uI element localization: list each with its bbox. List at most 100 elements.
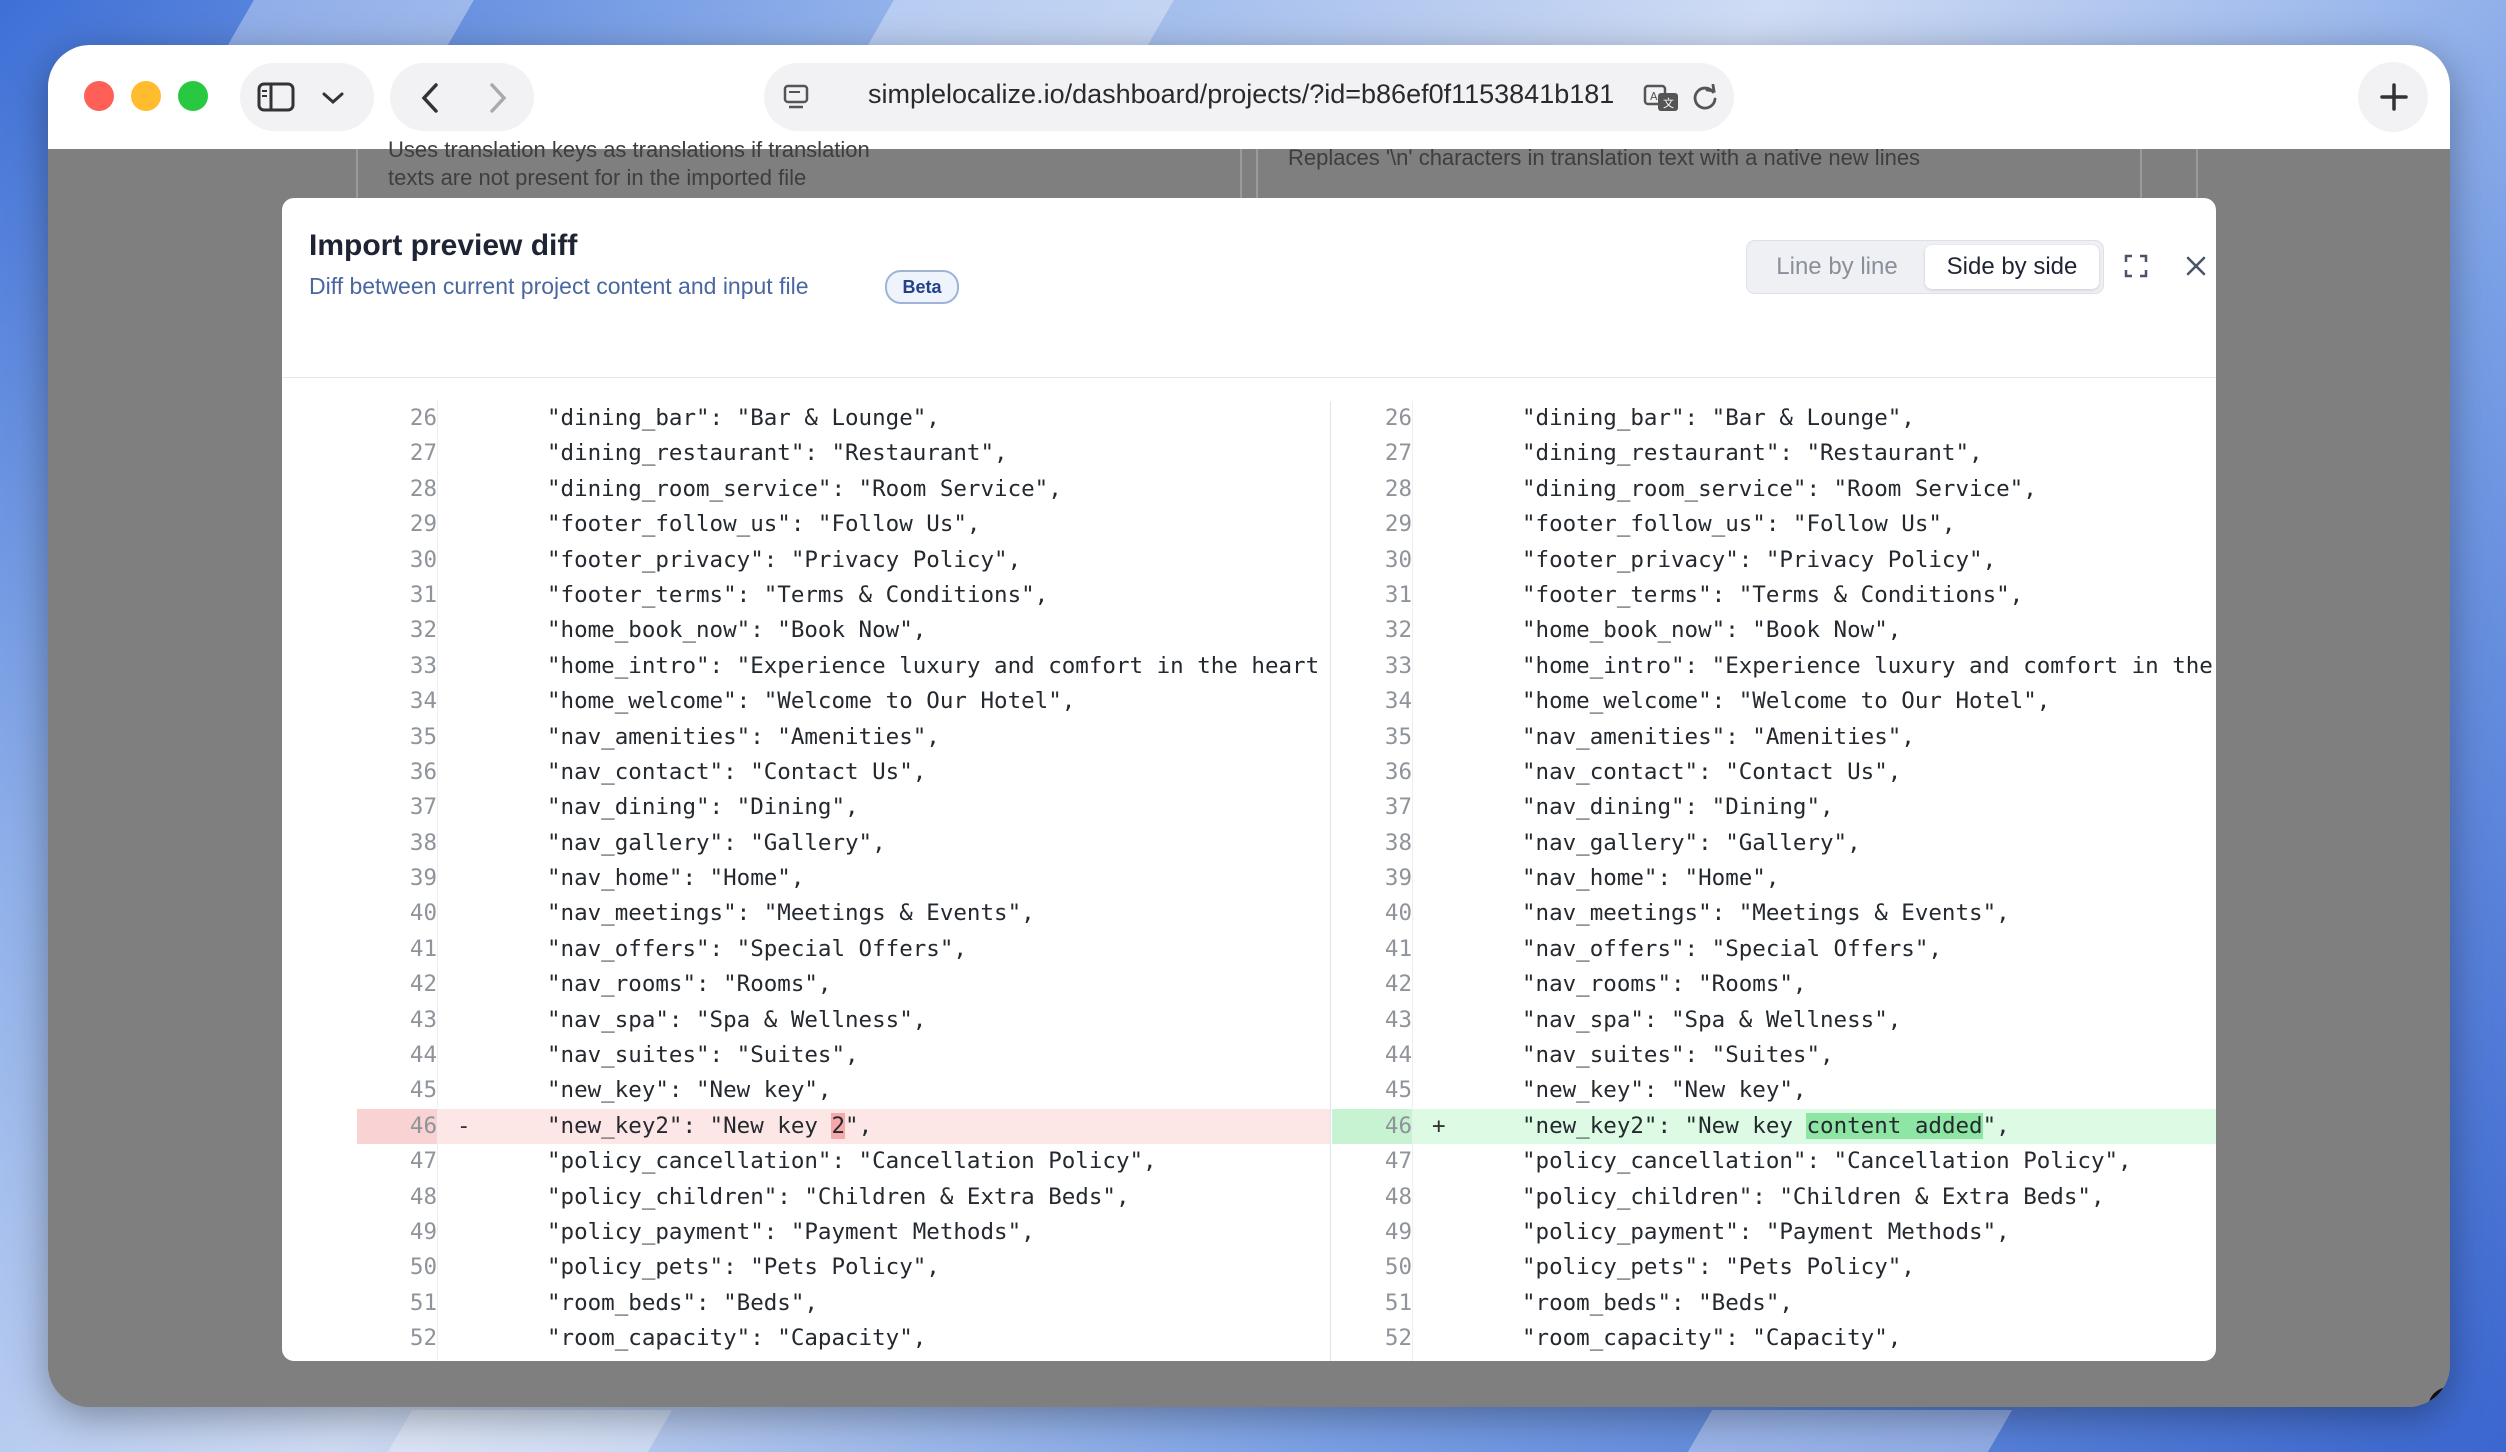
import-preview-modal: Import preview diff Diff between current…	[282, 198, 2216, 1361]
code-text: "room_capacity": "Capacity",	[547, 1325, 927, 1352]
code-text: "nav_rooms": "Rooms",	[547, 971, 832, 998]
forward-icon[interactable]	[478, 79, 518, 117]
line-number: 42	[1332, 967, 1413, 1003]
code-text: "home_intro": "Experience luxury and com…	[547, 652, 1320, 679]
diff-row: 35 "nav_amenities": "Amenities",	[1332, 719, 2216, 755]
diff-row: 49 "policy_payment": "Payment Methods",	[1332, 1214, 2216, 1251]
reload-icon[interactable]	[1688, 81, 1722, 115]
code-text: "home_welcome": "Welcome to Our Hotel",	[1522, 688, 2051, 715]
code-line: "policy_payment": "Payment Methods",	[547, 1215, 1035, 1250]
code-line: "nav_offers": "Special Offers",	[1522, 932, 1942, 967]
fullscreen-icon[interactable]	[2118, 248, 2154, 284]
changed-text: content added	[1806, 1112, 1983, 1139]
code-text: "nav_dining": "Dining",	[547, 794, 859, 821]
code-line: "footer_terms": "Terms & Conditions",	[1522, 578, 2023, 613]
code-line: "nav_amenities": "Amenities",	[547, 720, 940, 755]
line-number: 49	[357, 1214, 438, 1251]
diff-row: 51 "room_beds": "Beds",	[357, 1285, 1330, 1322]
chevron-down-icon[interactable]	[318, 83, 348, 113]
code-text: "nav_meetings": "Meetings & Events",	[547, 900, 1035, 927]
code-line: "footer_privacy": "Privacy Policy",	[547, 543, 1021, 578]
code-line: "new_key": "New key",	[547, 1073, 831, 1108]
line-number: 34	[1332, 684, 1413, 720]
diff-row: 49 "policy_payment": "Payment Methods",	[357, 1214, 1330, 1251]
address-bar-url[interactable]: simplelocalize.io/dashboard/projects/?id…	[868, 79, 1628, 110]
diff-row: 26 "dining_bar": "Bar & Lounge",	[357, 401, 1330, 437]
divider	[356, 149, 358, 199]
code-text: "nav_amenities": "Amenities",	[1522, 723, 1915, 750]
back-icon[interactable]	[410, 79, 450, 117]
code-line: "room_deluxe": "Deluxe Room",	[547, 1357, 940, 1362]
code-text: "dining_bar": "Bar & Lounge",	[1522, 405, 1915, 431]
line-number: 52	[1332, 1321, 1413, 1357]
line-number: 32	[357, 613, 438, 649]
diff-row: 40 "nav_meetings": "Meetings & Events",	[1332, 896, 2216, 932]
line-number: 37	[1332, 790, 1413, 826]
code-text: "nav_home": "Home",	[547, 865, 805, 892]
diff-row: 48 "policy_children": "Children & Extra B…	[357, 1179, 1330, 1215]
line-number: 48	[1332, 1179, 1413, 1215]
line-number: 39	[357, 861, 438, 897]
wallpaper-shard	[866, 0, 1174, 48]
close-icon[interactable]	[2178, 248, 2214, 284]
diff-row: 42 "nav_rooms": "Rooms",	[1332, 967, 2216, 1003]
zoom-window-button[interactable]	[178, 81, 208, 111]
diff-row: 48 "policy_children": "Children & Extra B…	[1332, 1179, 2216, 1215]
code-line: "home_book_now": "Book Now",	[547, 613, 926, 648]
code-text: "home_intro": "Experience luxury and com…	[1522, 652, 2213, 679]
line-number: 26	[1332, 401, 1413, 437]
sidebar-toggle-icon[interactable]	[256, 79, 296, 115]
diff-row: 30 "footer_privacy": "Privacy Policy",	[357, 542, 1330, 578]
code-line: "nav_spa": "Spa & Wellness",	[547, 1003, 926, 1038]
line-number: 48	[357, 1179, 438, 1215]
code-text: "nav_spa": "Spa & Wellness",	[547, 1006, 927, 1033]
code-line: "nav_gallery": "Gallery",	[1522, 826, 1861, 861]
beta-badge: Beta	[885, 270, 959, 304]
code-text: "footer_follow_us": "Follow Us",	[547, 511, 981, 538]
diff-row: 52 "room_capacity": "Capacity",	[1332, 1321, 2216, 1357]
code-text: "nav_dining": "Dining",	[1522, 794, 1834, 821]
background-option-text: Replaces '\n' characters in translation …	[1288, 145, 1921, 170]
code-line: "new_key2": "New key content added",	[1522, 1109, 2010, 1144]
code-line: "footer_terms": "Terms & Conditions",	[547, 578, 1048, 613]
code-line: "room_capacity": "Capacity",	[1522, 1321, 1901, 1356]
code-text: "nav_contact": "Contact Us",	[1522, 758, 1902, 785]
line-number: 29	[357, 507, 438, 543]
diff-row: 34 "home_welcome": "Welcome to Our Hotel"…	[357, 684, 1330, 720]
line-number: 40	[357, 896, 438, 932]
svg-text:文: 文	[1663, 96, 1674, 110]
line-number: 36	[1332, 754, 1413, 791]
code-text: "nav_home": "Home",	[1522, 865, 1780, 892]
diff-row: 38 "nav_gallery": "Gallery",	[357, 825, 1330, 862]
line-number: 40	[1332, 896, 1413, 932]
code-line: "room_beds": "Beds",	[1522, 1286, 1793, 1321]
code-text: "dining_bar": "Bar & Lounge",	[547, 405, 940, 431]
side-by-side-button[interactable]: Side by side	[1925, 245, 2099, 289]
code-line: "room_beds": "Beds",	[547, 1286, 818, 1321]
code-text: "nav_amenities": "Amenities",	[547, 723, 940, 750]
code-line: "nav_amenities": "Amenities",	[1522, 720, 1915, 755]
new-tab-icon[interactable]	[2376, 79, 2412, 115]
wallpaper-shard	[226, 0, 474, 48]
page-icon[interactable]	[778, 81, 814, 115]
diff-row: 27 "dining_restaurant": "Restaurant",	[1332, 436, 2216, 472]
code-text: "nav_offers": "Special Offers",	[1522, 935, 1942, 962]
diff-row: 33 "home_intro": "Experience luxury and c…	[1332, 648, 2216, 685]
code-line: "room_capacity": "Capacity",	[547, 1321, 926, 1356]
minimize-window-button[interactable]	[131, 81, 161, 111]
diff-row: 28 "dining_room_service": "Room Service",	[357, 471, 1330, 508]
close-window-button[interactable]	[84, 81, 114, 111]
translate-icon[interactable]: A文	[1642, 81, 1682, 115]
line-number: 43	[357, 1002, 438, 1039]
browser-toolbar: simplelocalize.io/dashboard/projects/?id…	[48, 45, 2450, 149]
diff-row: 45 "new_key": "New key",	[1332, 1073, 2216, 1109]
line-number: 31	[357, 577, 438, 614]
diff-row: 53 "room_deluxe": "Deluxe Room",	[357, 1356, 1330, 1362]
diff-row: 32 "home_book_now": "Book Now",	[1332, 613, 2216, 649]
line-by-line-button[interactable]: Line by line	[1751, 245, 1923, 289]
diff-row: 53 "room_deluxe": "Deluxe Room",	[1332, 1356, 2216, 1361]
divider	[2140, 149, 2142, 199]
svg-text:A: A	[1650, 90, 1658, 103]
diff-row: 31 "footer_terms": "Terms & Conditions",	[1332, 577, 2216, 614]
code-line: "nav_dining": "Dining",	[1522, 790, 1834, 825]
